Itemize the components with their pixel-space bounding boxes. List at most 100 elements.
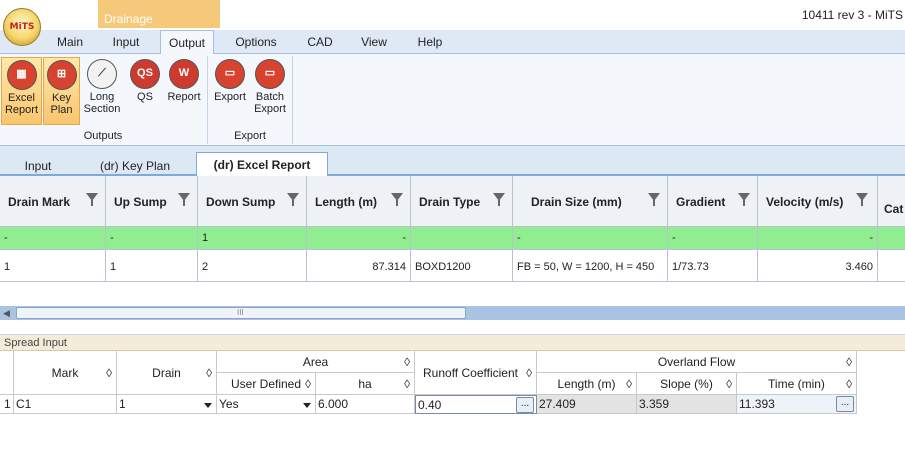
header-ha[interactable]: ha ◊ [316, 373, 415, 395]
cell-drain-mark[interactable]: 1 [0, 250, 106, 282]
header-drain[interactable]: Drain ◊ [117, 351, 217, 395]
header-user-defined[interactable]: User Defined ◊ [217, 373, 316, 395]
filter-cell[interactable]: 1 [198, 227, 307, 250]
cell-up-sump[interactable]: 1 [106, 250, 198, 282]
column-header-drain-mark[interactable]: Drain Mark [0, 176, 106, 227]
filter-icon[interactable] [493, 193, 505, 206]
filter-icon[interactable] [738, 193, 750, 206]
excel-report-label-2: Report [4, 104, 39, 116]
cell-drain-size[interactable]: FB = 50, W = 1200, H = 450 [513, 250, 668, 282]
sort-icon[interactable]: ◊ [106, 351, 112, 395]
ellipsis-button[interactable]: ... [836, 396, 854, 412]
filter-icon[interactable] [287, 193, 299, 206]
filter-cell[interactable] [411, 227, 513, 250]
menu-help[interactable]: Help [410, 30, 450, 54]
cell-mark[interactable]: C1 [14, 395, 117, 414]
cell-down-sump[interactable]: 2 [198, 250, 307, 282]
scrollbar-thumb[interactable]: III [16, 307, 466, 319]
sort-icon[interactable]: ◊ [305, 373, 311, 395]
column-header-length[interactable]: Length (m) [307, 176, 411, 227]
header-runoff-coefficient[interactable]: Runoff Coefficient ◊ [415, 351, 537, 395]
dropdown-arrow-icon[interactable] [303, 403, 311, 408]
scroll-left-icon[interactable]: ◀ [3, 308, 10, 319]
menu-cad[interactable]: CAD [300, 30, 340, 54]
ellipsis-button[interactable]: ... [516, 397, 534, 413]
report-label: Report [167, 91, 201, 103]
ribbon-separator [292, 56, 293, 144]
filter-icon[interactable] [178, 193, 190, 206]
filter-icon[interactable] [856, 193, 868, 206]
cell-length[interactable]: 87.314 [307, 250, 411, 282]
cell-velocity[interactable]: 3.460 [758, 250, 878, 282]
menu-main[interactable]: Main [50, 30, 90, 54]
tab-excel-report[interactable]: (dr) Excel Report [196, 152, 328, 176]
menu-input[interactable]: Input [104, 30, 148, 54]
qs-button[interactable]: QS QS [128, 57, 162, 125]
filter-icon[interactable] [648, 193, 660, 206]
sort-icon[interactable]: ◊ [526, 351, 532, 395]
export-label: Export [214, 91, 246, 103]
sort-icon[interactable]: ◊ [206, 351, 212, 395]
header-overland-flow[interactable]: Overland Flow ◊ [537, 351, 857, 373]
sort-icon[interactable]: ◊ [626, 373, 632, 395]
column-header-gradient[interactable]: Gradient [668, 176, 758, 227]
header-slope[interactable]: Slope (%) ◊ [637, 373, 737, 395]
header-time[interactable]: Time (min) ◊ [737, 373, 857, 395]
column-header-drain-size[interactable]: Drain Size (mm) [513, 176, 668, 227]
filter-cell[interactable]: - [668, 227, 758, 250]
key-plan-button[interactable]: ⊞ Key Plan [43, 57, 80, 125]
menu-view[interactable]: View [354, 30, 394, 54]
table-row[interactable]: 1 1 2 87.314 BOXD1200 FB = 50, W = 1200,… [0, 250, 905, 282]
header-area[interactable]: Area ◊ [217, 351, 415, 373]
sort-icon[interactable]: ◊ [846, 373, 852, 395]
column-header-up-sump[interactable]: Up Sump [106, 176, 198, 227]
cell-ha[interactable]: 6.000 [316, 395, 415, 414]
cell-drain-type[interactable]: BOXD1200 [411, 250, 513, 282]
filter-cell[interactable]: - [513, 227, 668, 250]
excel-report-button[interactable]: ▦ Excel Report [1, 57, 42, 125]
tab-key-plan[interactable]: (dr) Key Plan [90, 156, 180, 176]
column-header-velocity[interactable]: Velocity (m/s) [758, 176, 878, 227]
sort-icon[interactable]: ◊ [846, 351, 852, 373]
header-label: Overland Flow [657, 355, 736, 369]
title-bar: Drainage 10411 rev 3 - MiTS [0, 0, 905, 30]
filter-cell[interactable]: - [307, 227, 411, 250]
cell-runoff-coefficient[interactable]: 0.40... [415, 395, 537, 414]
dropdown-arrow-icon[interactable] [204, 403, 212, 408]
app-logo-icon[interactable]: MiTS [3, 8, 41, 46]
cell-value: Yes [219, 397, 239, 411]
column-header-cat[interactable]: Cat [878, 176, 905, 227]
sort-icon[interactable]: ◊ [404, 351, 410, 373]
horizontal-scrollbar[interactable]: ◀ III [0, 306, 905, 320]
filter-cell[interactable] [878, 227, 905, 250]
tab-input[interactable]: Input [8, 156, 68, 176]
filter-cell[interactable]: - [106, 227, 198, 250]
header-mark[interactable]: Mark ◊ [14, 351, 117, 395]
menu-output[interactable]: Output [160, 30, 214, 55]
filter-cell[interactable]: - [758, 227, 878, 250]
filter-cell[interactable]: - [0, 227, 106, 250]
menu-options[interactable]: Options [228, 30, 284, 54]
batch-export-button[interactable]: ▭ Batch Export [251, 57, 289, 125]
cell-user-defined-select[interactable]: Yes [217, 395, 316, 414]
header-label: Mark [51, 366, 79, 380]
header-length[interactable]: Length (m) ◊ [537, 373, 637, 395]
filter-icon[interactable] [86, 193, 98, 206]
cell-value: 11.393 [739, 397, 775, 411]
cell-drain-select[interactable]: 1 [117, 395, 217, 414]
filter-icon[interactable] [391, 193, 403, 206]
cell-cat[interactable] [878, 250, 905, 282]
export-button[interactable]: ▭ Export [211, 57, 249, 125]
row-index: 1 [0, 395, 14, 414]
column-label: Length (m) [315, 195, 377, 209]
long-section-button[interactable]: ⟋ Long Section [82, 57, 122, 125]
report-button[interactable]: W Report [164, 57, 204, 125]
cell-overland-time[interactable]: 11.393... [737, 395, 857, 414]
splitter[interactable] [0, 320, 905, 335]
column-header-drain-type[interactable]: Drain Type [411, 176, 513, 227]
cell-gradient[interactable]: 1/73.73 [668, 250, 758, 282]
header-label: User Defined [230, 377, 302, 391]
sort-icon[interactable]: ◊ [404, 373, 410, 395]
sort-icon[interactable]: ◊ [726, 373, 732, 395]
column-header-down-sump[interactable]: Down Sump [198, 176, 307, 227]
